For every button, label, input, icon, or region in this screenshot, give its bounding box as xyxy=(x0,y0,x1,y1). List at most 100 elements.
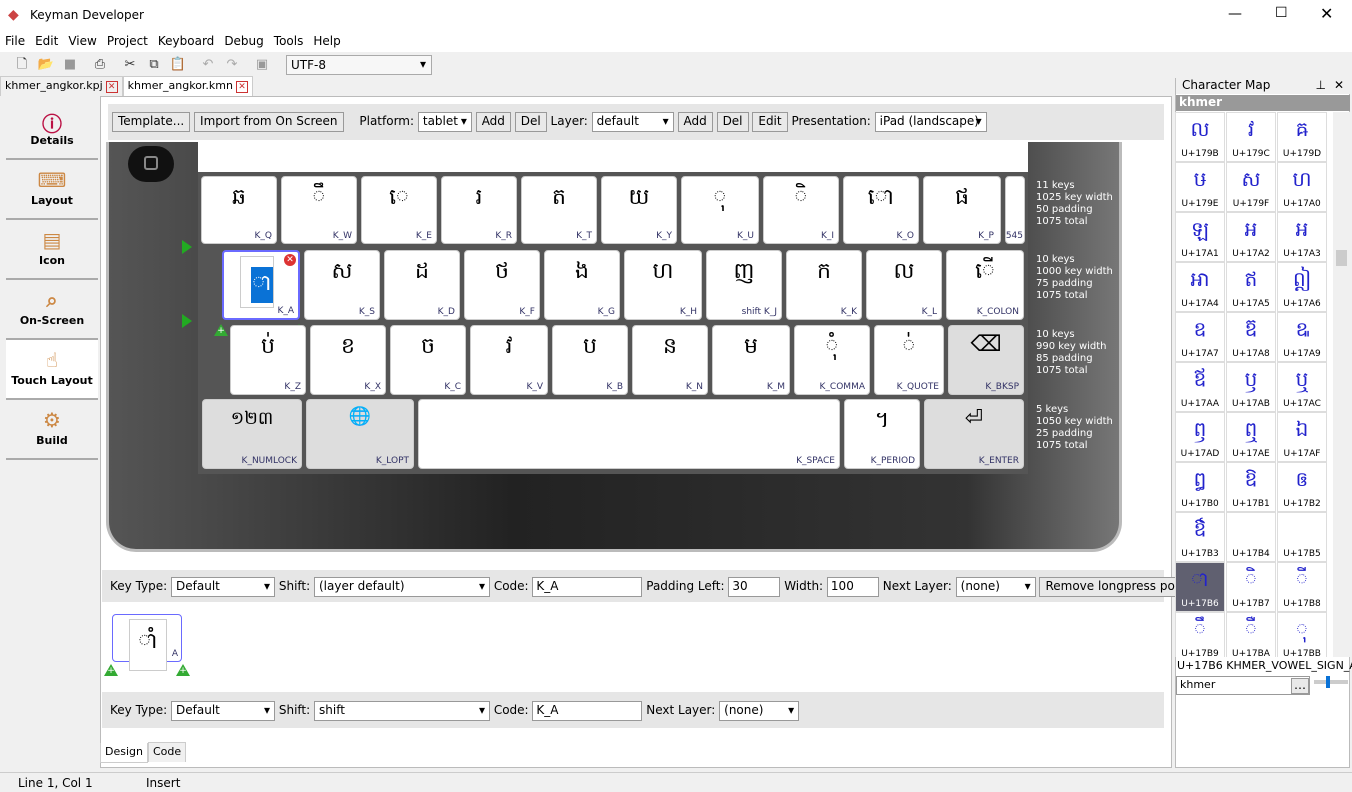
encoding-select[interactable]: UTF-8 xyxy=(286,55,432,75)
shift-select[interactable]: shift xyxy=(314,701,490,721)
key-z[interactable]: ប់ K_Z xyxy=(230,325,306,395)
character-cell[interactable]: ឯ U+17AF xyxy=(1277,412,1327,462)
menu-debug[interactable]: Debug xyxy=(219,32,268,48)
pin-icon[interactable]: ⊥ xyxy=(1316,78,1326,92)
key-s[interactable]: ស K_S xyxy=(304,250,380,320)
key-r[interactable]: រ K_R xyxy=(441,176,517,244)
key-k[interactable]: ក K_K xyxy=(786,250,862,320)
add-platform-button[interactable]: Add xyxy=(475,112,511,132)
save-icon[interactable]: ■ xyxy=(60,55,80,75)
key-comma[interactable]: ុំ K_COMMA xyxy=(794,325,870,395)
menu-keyboard[interactable]: Keyboard xyxy=(153,32,219,48)
row-marker-icon[interactable] xyxy=(182,314,192,328)
menu-file[interactable]: File xyxy=(0,32,30,48)
character-cell[interactable]: ិ U+17B7 xyxy=(1226,562,1276,612)
key-t[interactable]: ត K_T xyxy=(521,176,597,244)
code-input[interactable]: K_A xyxy=(532,701,643,721)
character-cell[interactable]: អ U+17A2 xyxy=(1226,212,1276,262)
character-cell[interactable]: ឨ U+17A8 xyxy=(1226,312,1276,362)
character-cell[interactable]: ឡ U+17A1 xyxy=(1175,212,1225,262)
copy-icon[interactable]: ⧉ xyxy=(144,55,164,75)
character-cell[interactable]: ឪ U+17AA xyxy=(1175,362,1225,412)
key-h[interactable]: ហ K_H xyxy=(624,250,702,320)
template-button[interactable]: Template... xyxy=(112,112,191,132)
character-cell[interactable]: ឧ U+17A7 xyxy=(1175,312,1225,362)
character-cell[interactable]: ឲ U+17B2 xyxy=(1277,462,1327,512)
key-d[interactable]: ដ K_D xyxy=(384,250,460,320)
character-cell[interactable]: ឥ U+17A5 xyxy=(1226,262,1276,312)
key-e[interactable]: េ K_E xyxy=(361,176,437,244)
presentation-select[interactable]: iPad (landscape) xyxy=(874,112,987,132)
key-x[interactable]: ខ K_X xyxy=(310,325,386,395)
key-v[interactable]: វ K_V xyxy=(470,325,548,395)
character-cell[interactable]: ឞ U+179E xyxy=(1175,162,1225,212)
key-w[interactable]: ឹ K_W xyxy=(281,176,357,244)
character-cell[interactable]: ហ U+17A0 xyxy=(1277,162,1327,212)
character-cell[interactable]: ស U+179F xyxy=(1226,162,1276,212)
remove-key-icon[interactable]: ✕ xyxy=(284,254,296,266)
character-cell[interactable]: ឝ U+179D xyxy=(1277,112,1327,162)
nav-icon[interactable]: ▤ Icon xyxy=(6,220,98,280)
key-backspace[interactable]: ⌫ K_BKSP xyxy=(948,325,1024,395)
close-panel-icon[interactable]: ✕ xyxy=(1334,78,1344,92)
menu-project[interactable]: Project xyxy=(102,32,153,48)
next-layer-select[interactable]: (none) xyxy=(955,577,1036,597)
character-cell[interactable]: ឤ U+17A4 xyxy=(1175,262,1225,312)
character-cell[interactable]: ឵ U+17B5 xyxy=(1277,512,1327,562)
close-tab-icon[interactable]: ✕ xyxy=(105,81,118,93)
nav-touch-layout[interactable]: ☝ Touch Layout xyxy=(6,340,98,400)
close-tab-icon[interactable]: ✕ xyxy=(236,81,248,93)
character-cell[interactable]: វ U+179C xyxy=(1226,112,1276,162)
key-numlock[interactable]: ១២៣ K_NUMLOCK xyxy=(202,399,302,469)
menu-edit[interactable]: Edit xyxy=(30,32,63,48)
zoom-slider[interactable] xyxy=(1314,676,1348,688)
search-options-button[interactable]: … xyxy=(1291,678,1309,694)
paste-icon[interactable]: 📋 xyxy=(168,55,188,75)
character-cell[interactable]: ឱ U+17B1 xyxy=(1226,462,1276,512)
menu-tools[interactable]: Tools xyxy=(269,32,309,48)
key-colon[interactable]: ើ K_COLON xyxy=(946,250,1024,320)
del-platform-button[interactable]: Del xyxy=(514,112,547,132)
key-type-select[interactable]: Default xyxy=(171,701,276,721)
key-p[interactable]: ផ K_P xyxy=(923,176,1001,244)
key-u[interactable]: ុ K_U xyxy=(681,176,759,244)
tab-project[interactable]: khmer_angkor.kpj ✕ xyxy=(0,76,123,96)
key-f[interactable]: ថ K_F xyxy=(464,250,540,320)
key-quote[interactable]: ់ K_QUOTE xyxy=(874,325,944,395)
row-marker-icon[interactable] xyxy=(182,240,192,254)
character-cell[interactable]: ឳ U+17B3 xyxy=(1175,512,1225,562)
key-enter[interactable]: ⏎ K_ENTER xyxy=(924,399,1024,469)
code-input[interactable]: K_A xyxy=(532,577,643,597)
key-extra[interactable]: 545 xyxy=(1005,176,1025,244)
platform-select[interactable]: tablet xyxy=(417,112,472,132)
window-icon[interactable]: ▣ xyxy=(252,55,272,75)
character-cell[interactable]: ល U+179B xyxy=(1175,112,1225,162)
key-n[interactable]: ន K_N xyxy=(632,325,708,395)
layer-select[interactable]: default xyxy=(591,112,674,132)
character-cell[interactable]: ឦ U+17A6 xyxy=(1277,262,1327,312)
character-cell[interactable]: ឣ U+17A3 xyxy=(1277,212,1327,262)
edit-layer-button[interactable]: Edit xyxy=(752,112,788,132)
key-l[interactable]: ល K_L xyxy=(866,250,942,320)
character-cell[interactable]: ឬ U+17AC xyxy=(1277,362,1327,412)
key-m[interactable]: ម K_M xyxy=(712,325,790,395)
character-cell[interactable]: ឭ U+17AD xyxy=(1175,412,1225,462)
key-q[interactable]: ឆ K_Q xyxy=(201,176,277,244)
character-cell[interactable]: ឴ U+17B4 xyxy=(1226,512,1276,562)
key-lopt[interactable]: 🌐 K_LOPT xyxy=(306,399,414,469)
import-button[interactable]: Import from On Screen xyxy=(194,112,344,132)
key-g[interactable]: ង K_G xyxy=(544,250,620,320)
new-icon[interactable]: 🗋 xyxy=(12,55,32,75)
character-search-input[interactable]: khmer xyxy=(1176,676,1310,695)
character-cell[interactable]: ឩ U+17A9 xyxy=(1277,312,1327,362)
character-cell[interactable]: ុ U+17BB xyxy=(1277,612,1327,657)
add-layer-button[interactable]: Add xyxy=(677,112,713,132)
key-o[interactable]: ោ K_O xyxy=(843,176,919,244)
key-space[interactable]: K_SPACE xyxy=(418,399,840,469)
key-c[interactable]: ច K_C xyxy=(390,325,466,395)
longpress-key[interactable]: ាំ A xyxy=(112,614,182,671)
menu-view[interactable]: View xyxy=(63,32,101,48)
width-input[interactable]: 100 xyxy=(826,577,879,597)
key-i[interactable]: ិ K_I xyxy=(763,176,839,244)
nav-build[interactable]: ⚙ Build xyxy=(6,400,98,460)
